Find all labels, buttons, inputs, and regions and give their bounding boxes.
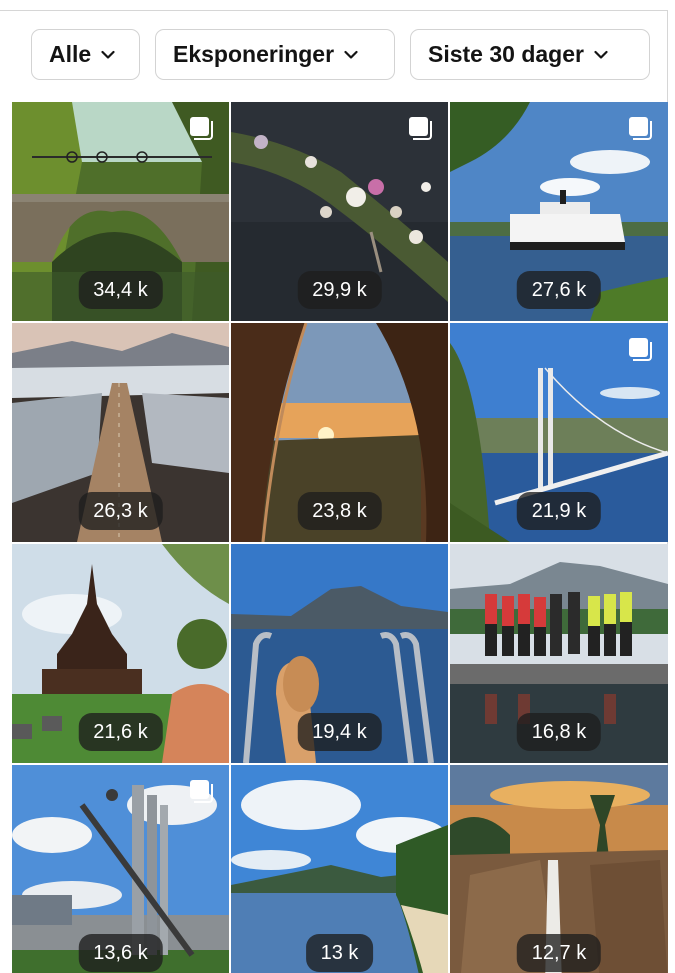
views-badge: 21,6 k — [78, 713, 163, 751]
post-tile[interactable]: 13 k — [231, 765, 448, 973]
filter-metric-dropdown[interactable]: Eksponeringer — [155, 29, 395, 80]
views-badge: 26,3 k — [78, 492, 163, 530]
carousel-icon — [409, 117, 433, 141]
carousel-icon — [629, 117, 653, 141]
post-grid: 34,4 k 29,9 k 27,6 k 26,3 k 23,8 k 21,9 … — [12, 102, 668, 973]
views-badge: 21,9 k — [516, 492, 602, 530]
views-badge: 13 k — [305, 934, 374, 972]
post-tile[interactable]: 21,6 k — [12, 544, 229, 763]
views-badge: 27,6 k — [516, 271, 602, 309]
top-divider — [0, 10, 668, 11]
views-badge: 19,4 k — [297, 713, 382, 751]
post-tile[interactable]: 21,9 k — [450, 323, 668, 542]
filter-all-dropdown[interactable]: Alle — [31, 29, 140, 80]
post-tile[interactable]: 27,6 k — [450, 102, 668, 321]
post-tile[interactable]: 19,4 k — [231, 544, 448, 763]
chevron-down-icon — [101, 50, 115, 59]
post-tile[interactable]: 13,6 k — [12, 765, 229, 973]
carousel-icon — [629, 338, 653, 362]
views-badge: 12,7 k — [516, 934, 602, 972]
views-badge: 29,9 k — [297, 271, 382, 309]
views-badge: 23,8 k — [297, 492, 382, 530]
chevron-down-icon — [344, 50, 358, 59]
filter-all-label: Alle — [49, 41, 92, 67]
carousel-icon — [190, 117, 214, 141]
views-badge: 13,6 k — [78, 934, 163, 972]
filter-period-label: Siste 30 dager — [428, 41, 584, 67]
post-tile[interactable]: 26,3 k — [12, 323, 229, 542]
chevron-down-icon — [594, 50, 608, 59]
post-tile[interactable]: 12,7 k — [450, 765, 668, 973]
carousel-icon — [190, 780, 214, 804]
views-badge: 16,8 k — [516, 713, 602, 751]
filter-period-dropdown[interactable]: Siste 30 dager — [410, 29, 650, 80]
views-badge: 34,4 k — [78, 271, 163, 309]
filter-bar: Alle Eksponeringer Siste 30 dager — [31, 29, 650, 80]
post-tile[interactable]: 34,4 k — [12, 102, 229, 321]
filter-metric-label: Eksponeringer — [173, 41, 335, 67]
post-tile[interactable]: 23,8 k — [231, 323, 448, 542]
post-tile[interactable]: 29,9 k — [231, 102, 448, 321]
post-tile[interactable]: 16,8 k — [450, 544, 668, 763]
